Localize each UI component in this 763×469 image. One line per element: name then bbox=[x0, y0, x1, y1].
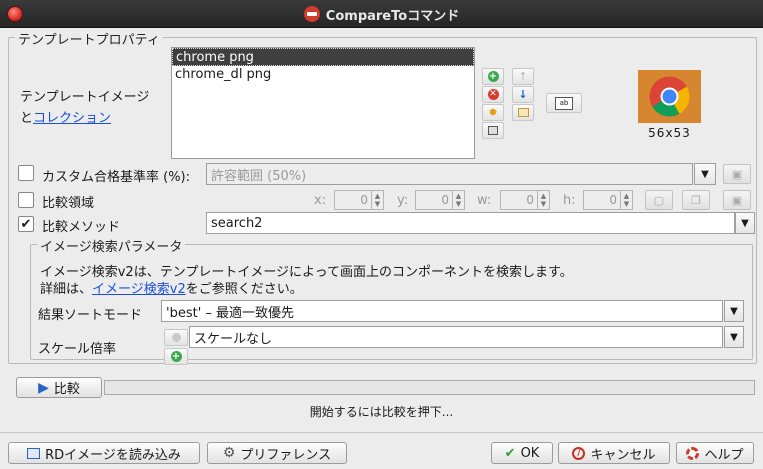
compare-region-label: 比較領域 bbox=[42, 196, 95, 211]
chevron-down-icon: ▼ bbox=[701, 168, 709, 180]
compare-method-label: 比較メソッド bbox=[42, 220, 121, 235]
region-select-button[interactable]: ▢ bbox=[645, 190, 673, 210]
scale-add-button[interactable]: + bbox=[164, 348, 188, 365]
region-pick-button[interactable]: ▣ bbox=[723, 190, 751, 210]
lifebuoy-icon bbox=[686, 446, 700, 460]
sort-mode-select[interactable]: 'best' – 最適一致優先 bbox=[161, 300, 723, 322]
list-item[interactable]: chrome_dl png bbox=[172, 66, 474, 84]
y-label: y: bbox=[397, 193, 409, 208]
chrome-logo-icon bbox=[649, 76, 690, 117]
edit-image-button[interactable] bbox=[512, 104, 534, 121]
compare-button[interactable]: ▶ 比較 bbox=[16, 377, 102, 398]
sort-mode-label: 結果ソートモード bbox=[38, 308, 143, 323]
image-properties-button[interactable] bbox=[482, 122, 504, 139]
template-properties-title: テンプレートプロパティ bbox=[15, 29, 163, 48]
help-button[interactable]: ヘルプ bbox=[676, 442, 754, 464]
custom-rate-action-button[interactable]: ▣ bbox=[723, 164, 751, 184]
template-image-preview bbox=[638, 70, 701, 123]
image-search-detail: 詳細は、イメージ検索v2をご参照ください。 bbox=[40, 282, 303, 297]
image-action-button[interactable]: ab bbox=[546, 93, 582, 113]
gear-icon: ⚙ bbox=[222, 445, 236, 461]
h-label: h: bbox=[563, 193, 576, 208]
spinner-arrows-icon[interactable]: ▲ ▼ bbox=[452, 191, 464, 209]
picker-icon: ▣ bbox=[731, 167, 743, 181]
plus-icon: + bbox=[487, 71, 499, 82]
scale-label: スケール倍率 bbox=[38, 342, 117, 357]
custom-rate-input[interactable]: 許容範囲 (50%) bbox=[206, 163, 693, 185]
sparkle-icon: ✹ bbox=[488, 106, 498, 119]
app-icon bbox=[303, 6, 320, 22]
spinner-arrows-icon[interactable]: ▲ ▼ bbox=[371, 191, 383, 209]
scale-remove-button[interactable] bbox=[164, 329, 188, 346]
window-title-area: CompareToコマンド bbox=[0, 0, 763, 28]
remove-icon: ✕ bbox=[487, 89, 499, 100]
move-up-button[interactable]: ↑ bbox=[512, 68, 534, 85]
w-spinner[interactable]: 0 ▲ ▼ bbox=[500, 190, 550, 210]
chevron-down-icon: ▼ bbox=[730, 305, 738, 317]
cancel-button[interactable]: ∕ キャンセル bbox=[558, 442, 670, 464]
add-image-button[interactable]: + bbox=[482, 68, 504, 85]
sort-mode-dropdown-button[interactable]: ▼ bbox=[724, 300, 744, 322]
image-search-v2-link[interactable]: イメージ検索v2 bbox=[92, 282, 186, 297]
w-label: w: bbox=[477, 193, 492, 208]
capture-image-button[interactable]: ✹ bbox=[482, 104, 504, 121]
region-select-icon: ▢ bbox=[653, 193, 665, 207]
chevron-down-icon: ▼ bbox=[730, 331, 738, 343]
region-copy-button[interactable]: ❐ bbox=[682, 190, 710, 210]
archive-icon bbox=[488, 126, 498, 135]
chevron-down-icon: ▼ bbox=[741, 217, 749, 229]
plus-icon: + bbox=[170, 351, 182, 362]
check-icon: ✔ bbox=[504, 445, 516, 461]
image-lock-icon: ab bbox=[555, 96, 573, 110]
collection-link[interactable]: コレクション bbox=[33, 111, 111, 126]
move-down-button[interactable]: ↓ bbox=[512, 86, 534, 103]
preferences-button[interactable]: ⚙ プリファレンス bbox=[207, 442, 347, 464]
scale-dropdown-button[interactable]: ▼ bbox=[724, 326, 744, 348]
compare-method-checkbox[interactable]: ✔ bbox=[18, 216, 34, 232]
spinner-arrows-icon[interactable]: ▲ ▼ bbox=[537, 191, 549, 209]
preview-size-label: 56x53 bbox=[648, 126, 691, 140]
footer-divider bbox=[0, 432, 763, 433]
arrow-down-icon: ↓ bbox=[518, 88, 528, 101]
checkmark-icon: ✔ bbox=[20, 216, 32, 232]
picker-icon: ▣ bbox=[731, 193, 743, 207]
template-image-label: テンプレートイメージ とコレクション bbox=[20, 90, 150, 126]
status-text: 開始するには比較を押下... bbox=[309, 405, 454, 419]
scale-select[interactable]: スケールなし bbox=[189, 326, 723, 348]
y-spinner[interactable]: 0 ▲ ▼ bbox=[415, 190, 465, 210]
x-spinner[interactable]: 0 ▲ ▼ bbox=[334, 190, 384, 210]
list-item[interactable]: chrome png bbox=[172, 48, 474, 66]
compare-method-dropdown-button[interactable]: ▼ bbox=[735, 212, 755, 234]
arrow-up-icon: ↑ bbox=[518, 70, 528, 83]
window-title: CompareToコマンド bbox=[325, 8, 460, 24]
image-edit-icon bbox=[517, 108, 529, 117]
compare-progress-bar bbox=[104, 380, 755, 395]
circle-icon bbox=[171, 333, 181, 342]
ok-button[interactable]: ✔ OK bbox=[491, 442, 553, 464]
compare-method-select[interactable]: search2 bbox=[206, 212, 735, 234]
play-icon: ▶ bbox=[38, 379, 49, 396]
custom-rate-dropdown-button[interactable]: ▼ bbox=[694, 163, 716, 185]
template-image-list[interactable]: chrome png chrome_dl png bbox=[171, 47, 475, 159]
image-search-params-title: イメージ検索パラメータ bbox=[37, 236, 186, 255]
load-rd-image-button[interactable]: RDイメージを読み込み bbox=[8, 442, 200, 464]
custom-rate-checkbox[interactable] bbox=[18, 165, 34, 181]
cancel-icon: ∕ bbox=[572, 446, 586, 460]
remove-image-button[interactable]: ✕ bbox=[482, 86, 504, 103]
h-spinner[interactable]: 0 ▲ ▼ bbox=[583, 190, 633, 210]
load-image-icon bbox=[27, 447, 41, 459]
compare-region-checkbox[interactable] bbox=[18, 192, 34, 208]
custom-rate-label: カスタム合格基準率 (%): bbox=[42, 170, 191, 185]
spinner-arrows-icon[interactable]: ▲ ▼ bbox=[620, 191, 632, 209]
copy-icon: ❐ bbox=[691, 193, 701, 207]
x-label: x: bbox=[314, 193, 327, 208]
